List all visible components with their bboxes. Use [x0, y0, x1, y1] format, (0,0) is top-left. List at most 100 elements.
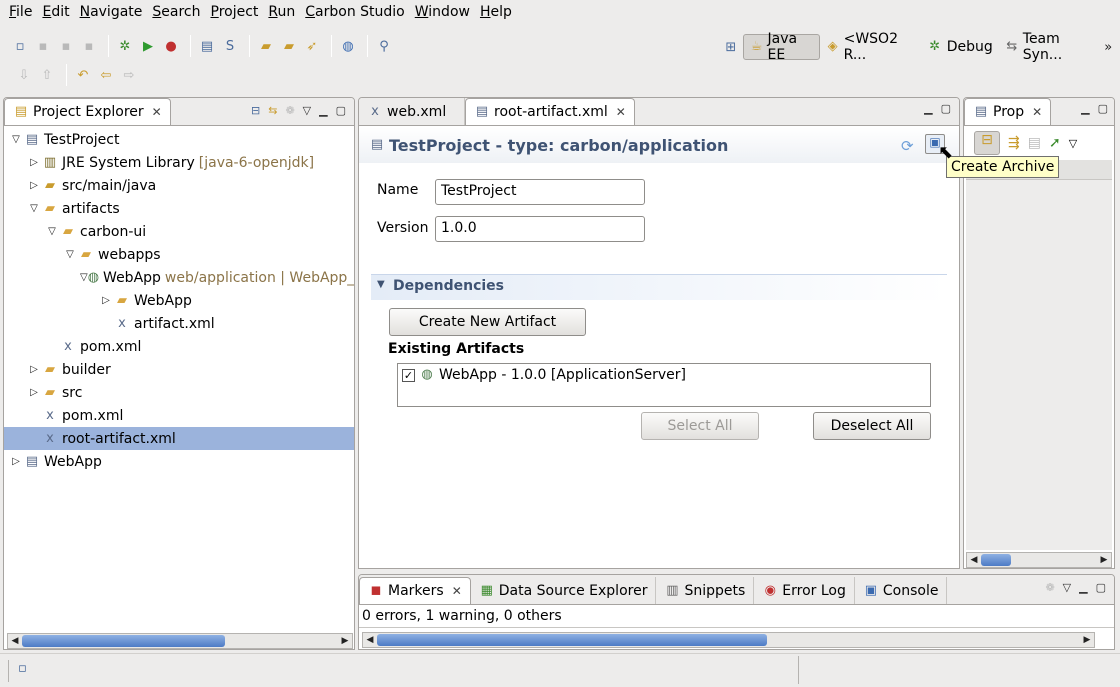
expanded-chevron-icon[interactable]: ▽ — [26, 203, 42, 214]
minimize-icon[interactable]: ▁ — [1081, 102, 1089, 115]
tree-item[interactable]: ▽ ▰ webapps — [4, 243, 354, 266]
close-icon[interactable]: ✕ — [616, 105, 626, 119]
maximize-icon[interactable]: ▢ — [941, 102, 951, 115]
forward-icon[interactable]: ⇨ — [119, 65, 139, 85]
open-type-icon[interactable]: ▰ — [256, 36, 276, 56]
new-web-service-icon[interactable]: S — [220, 36, 240, 56]
collapsed-chevron-icon[interactable]: ▷ — [26, 157, 42, 168]
advanced-icon[interactable]: ⇶ — [1008, 135, 1020, 151]
next-annotation-icon[interactable]: ⇩ — [14, 65, 34, 85]
perspective-wso2[interactable]: ◈ <WSO2 R... — [820, 31, 921, 63]
tree-item[interactable]: ▷ ▥ JRE System Library [java-6-openjdk] — [4, 151, 354, 174]
tab-project-explorer[interactable]: ▤ Project Explorer ✕ — [4, 98, 171, 125]
maximize-icon[interactable]: ▢ — [1096, 581, 1106, 594]
close-icon[interactable]: ✕ — [1032, 105, 1042, 119]
tree-item[interactable]: ▷ ▤ WebApp — [4, 450, 354, 473]
minimize-icon[interactable]: ▁ — [1079, 581, 1087, 594]
collapsed-chevron-icon[interactable]: ▷ — [8, 456, 24, 467]
globe-icon[interactable]: ◍ — [338, 36, 358, 56]
restore-default-icon[interactable]: ▤ — [1028, 135, 1041, 151]
tree-item[interactable]: ▷ ▰ builder — [4, 358, 354, 381]
external-tools-icon[interactable]: ● — [161, 36, 181, 56]
version-field[interactable]: 1.0.0 — [435, 216, 645, 242]
pin-icon[interactable]: ➚ — [1049, 135, 1061, 151]
run-icon[interactable]: ▶ — [138, 36, 158, 56]
list-item[interactable]: ✓ ◍ WebApp - 1.0.0 [ApplicationServer] — [402, 367, 686, 383]
collapse-all-icon[interactable]: ⊟ — [251, 104, 260, 117]
close-icon[interactable]: ✕ — [452, 584, 462, 598]
scroll-right-icon[interactable]: ▶ — [1097, 553, 1111, 567]
tree-item[interactable]: ▷ ▰ WebApp — [4, 289, 354, 312]
new-icon[interactable]: ▫ — [10, 36, 30, 56]
tab-root-artifact-xml[interactable]: ▤ root-artifact.xml ✕ — [465, 98, 635, 125]
tree-item[interactable]: x pom.xml — [4, 404, 354, 427]
tab-web-xml[interactable]: x web.xml — [359, 98, 465, 125]
menu-help[interactable]: Help — [475, 4, 517, 20]
view-menu-icon[interactable]: ❁ — [1045, 581, 1054, 594]
deselect-all-button[interactable]: Deselect All — [813, 412, 931, 440]
view-menu-chevron-icon[interactable]: ▽ — [303, 104, 311, 117]
previous-annotation-icon[interactable]: ⇧ — [37, 65, 57, 85]
last-edit-icon[interactable]: ↶ — [73, 65, 93, 85]
maximize-icon[interactable]: ▢ — [336, 104, 346, 117]
scroll-thumb[interactable] — [377, 634, 767, 646]
expanded-chevron-icon[interactable]: ▽ — [62, 249, 78, 260]
tab-properties[interactable]: ▤ Prop ✕ — [964, 98, 1052, 125]
tree-item[interactable]: ▽ ▤ TestProject — [4, 128, 354, 151]
menu-edit[interactable]: Edit — [37, 4, 74, 20]
minimize-icon[interactable]: ▁ — [319, 104, 327, 117]
view-menu-chevron-icon[interactable]: ▽ — [1069, 137, 1077, 150]
section-toggle-icon[interactable]: ▼ — [377, 279, 385, 290]
link-with-editor-icon[interactable]: ⇆ — [268, 104, 277, 117]
scroll-left-icon[interactable]: ◀ — [967, 553, 981, 567]
expanded-chevron-icon[interactable]: ▽ — [8, 134, 24, 145]
search-icon[interactable]: ⚲ — [374, 36, 394, 56]
horizontal-scrollbar[interactable]: ◀ ▶ — [7, 633, 353, 649]
perspective-debug[interactable]: ✲ Debug — [921, 34, 999, 60]
new-server-icon[interactable]: ▤ — [197, 36, 217, 56]
close-icon[interactable]: ✕ — [152, 105, 162, 119]
menu-navigate[interactable]: Navigate — [75, 4, 148, 20]
checkbox-checked[interactable]: ✓ — [402, 368, 415, 382]
expanded-chevron-icon[interactable]: ▽ — [80, 272, 88, 283]
tree-item[interactable]: ▽ ◍ WebApp web/application | WebApp_ — [4, 266, 354, 289]
refresh-icon[interactable]: ⟳ — [901, 137, 914, 155]
scroll-right-icon[interactable]: ▶ — [1080, 633, 1094, 647]
collapsed-chevron-icon[interactable]: ▷ — [26, 387, 42, 398]
horizontal-scrollbar[interactable]: ◀ ▶ — [362, 632, 1095, 648]
save-icon[interactable]: ▪ — [33, 36, 53, 56]
menu-run[interactable]: Run — [263, 4, 300, 20]
tree-item[interactable]: ▽ ▰ carbon-ui — [4, 220, 354, 243]
create-new-artifact-button[interactable]: Create New Artifact — [389, 308, 586, 336]
tree-item[interactable]: x root-artifact.xml — [4, 427, 354, 450]
dependencies-section[interactable]: ▼ Dependencies — [371, 274, 947, 300]
name-field[interactable]: TestProject — [435, 179, 645, 205]
tree-item[interactable]: ▽ ▰ artifacts — [4, 197, 354, 220]
scroll-thumb[interactable] — [981, 554, 1011, 566]
horizontal-scrollbar[interactable]: ◀ ▶ — [966, 552, 1112, 568]
scroll-left-icon[interactable]: ◀ — [363, 633, 377, 647]
collapsed-chevron-icon[interactable]: ▷ — [98, 295, 114, 306]
collapsed-chevron-icon[interactable]: ▷ — [26, 364, 42, 375]
back-icon[interactable]: ⇦ — [96, 65, 116, 85]
tree-item[interactable]: x artifact.xml — [4, 312, 354, 335]
tab-console[interactable]: ▣ Console — [855, 577, 948, 604]
save-all-icon[interactable]: ▪ — [56, 36, 76, 56]
expanded-chevron-icon[interactable]: ▽ — [44, 226, 60, 237]
tree-item[interactable]: x pom.xml — [4, 335, 354, 358]
menu-carbon-studio[interactable]: Carbon Studio — [300, 4, 409, 20]
scroll-left-icon[interactable]: ◀ — [8, 634, 22, 648]
view-menu-icon[interactable]: ❁ — [285, 104, 294, 117]
tree-item[interactable]: ▷ ▰ src/main/java — [4, 174, 354, 197]
menu-project[interactable]: Project — [206, 4, 264, 20]
tab-error-log[interactable]: ◉ Error Log — [754, 577, 855, 604]
open-perspective-icon[interactable]: ⊞ — [722, 37, 740, 57]
select-all-button[interactable]: Select All — [641, 412, 759, 440]
perspective-team-sync[interactable]: ⇆ Team Syn... — [999, 31, 1100, 63]
open-folder-icon[interactable]: ▰ — [279, 36, 299, 56]
tab-markers[interactable]: ◼ Markers ✕ — [359, 577, 471, 604]
minimize-icon[interactable]: ▁ — [924, 102, 932, 115]
tree-item[interactable]: ▷ ▰ src — [4, 381, 354, 404]
fast-view-icon[interactable]: ▫ — [18, 661, 27, 676]
print-icon[interactable]: ▪ — [79, 36, 99, 56]
